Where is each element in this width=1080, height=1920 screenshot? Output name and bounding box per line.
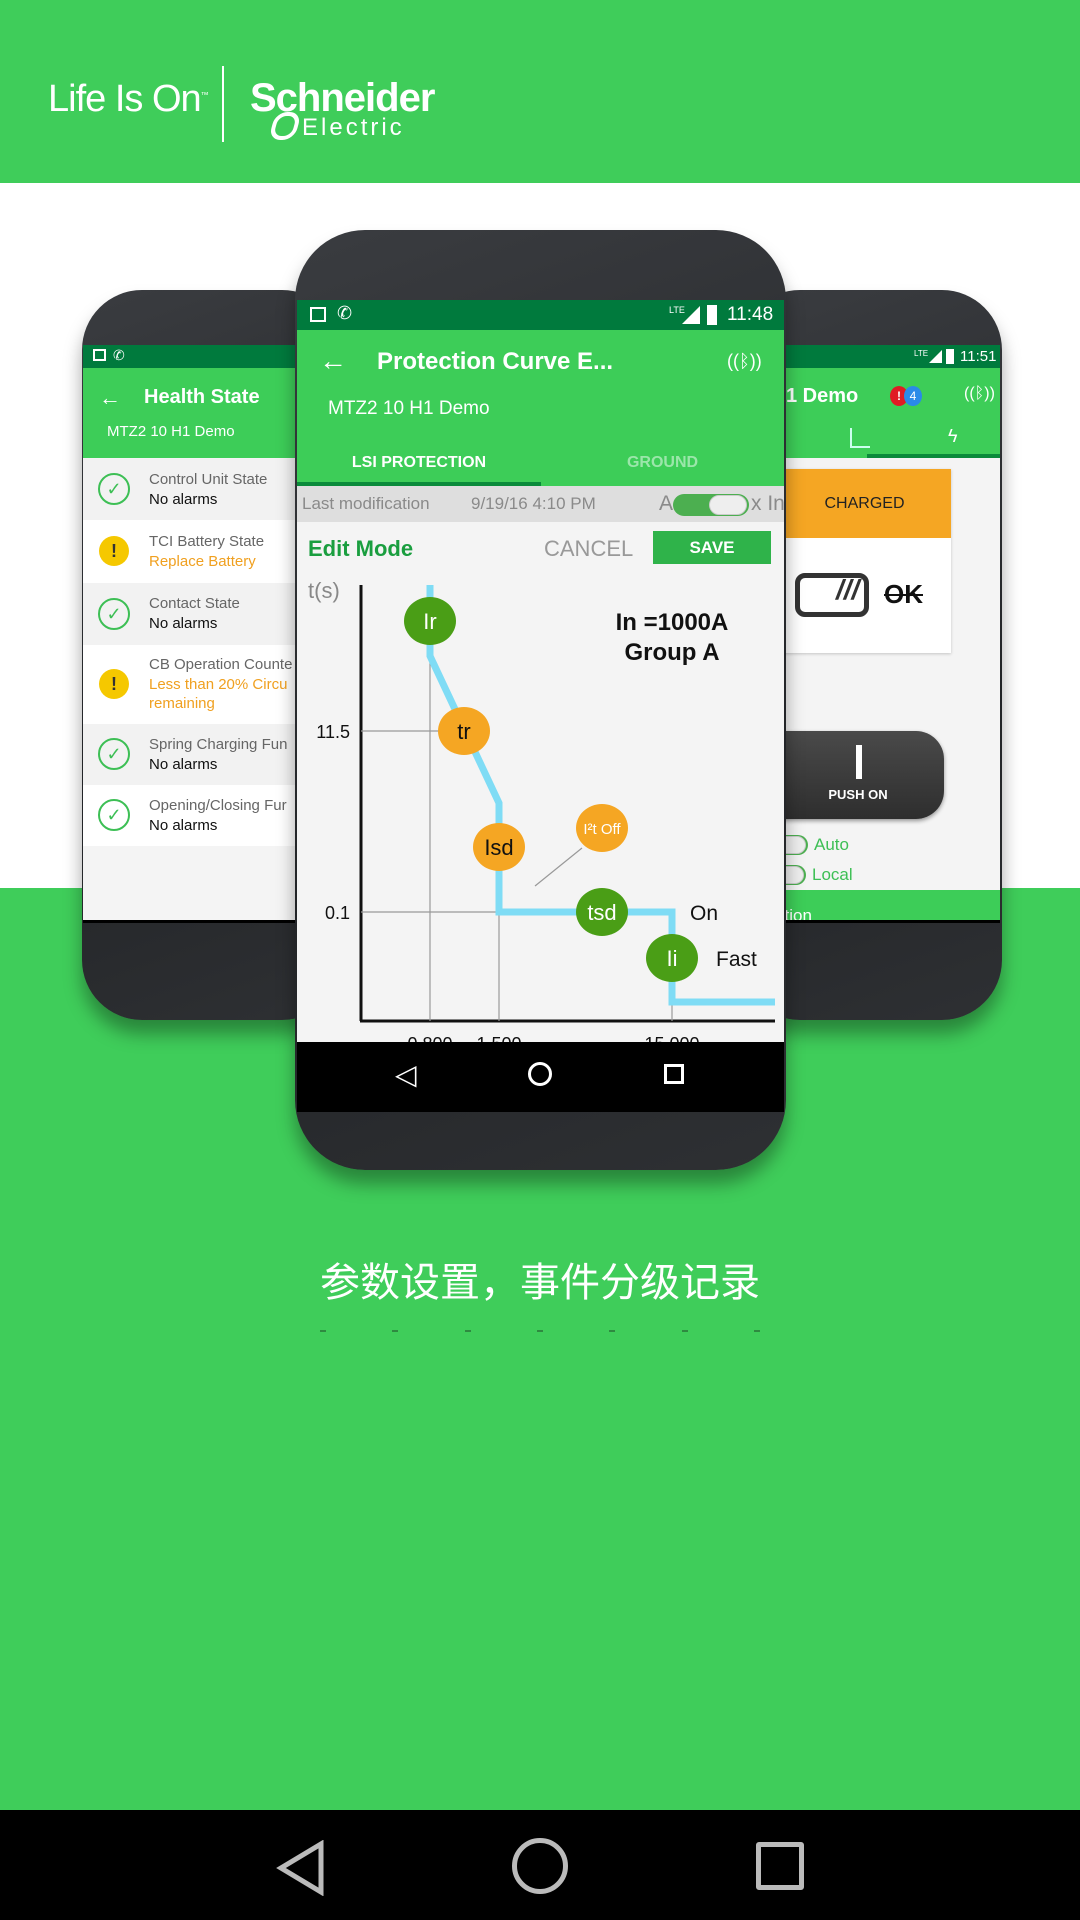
clock: 11:51 <box>960 348 997 365</box>
item-value: No alarms <box>149 756 218 773</box>
local-label: Local <box>812 865 853 884</box>
list-item[interactable]: ✓ Contact State No alarms <box>83 583 313 645</box>
check-circle-icon: ✓ <box>98 799 130 831</box>
page-title: Health State <box>144 386 260 408</box>
center-phone: ✆ LTE 11:48 ← Protection Curve E... ((ᛒ)… <box>295 230 786 1170</box>
node-ir-label: Ir <box>423 609 436 634</box>
spring-status-card: CHARGED /// OK <box>778 469 951 653</box>
center-phone-screen: ✆ LTE 11:48 ← Protection Curve E... ((ᛒ)… <box>297 300 784 1112</box>
brand-header: Life Is On™ Schneider Electric <box>0 0 1080 183</box>
recents-icon[interactable] <box>664 1064 684 1084</box>
logo-divider <box>222 66 224 142</box>
check-circle-icon: ✓ <box>98 738 130 770</box>
item-value: No alarms <box>149 817 218 834</box>
status-card-label: CHARGED <box>778 469 951 538</box>
check-circle-icon: ✓ <box>98 598 130 630</box>
phone-icon: ✆ <box>113 347 125 363</box>
system-home-icon[interactable] <box>512 1838 568 1894</box>
protection-curve-chart[interactable]: t(s) 11.5 0.1 0.800 1.500 15.000 In =100… <box>297 300 784 1112</box>
page-dot[interactable] <box>609 1330 616 1332</box>
i2t-leader-line <box>534 847 583 887</box>
push-on-symbol <box>856 745 862 779</box>
y-axis-label: t(s) <box>308 578 340 603</box>
system-nav-bar <box>0 1810 1080 1920</box>
bluetooth-icon[interactable]: ((ᛒ)) <box>964 385 995 403</box>
image-icon <box>93 349 106 361</box>
page-dots <box>320 1330 760 1332</box>
curve-tab-icon[interactable] <box>850 428 870 448</box>
node-ii-label: Ii <box>667 946 678 971</box>
ii-state-label: Fast <box>716 948 757 971</box>
logo-electric: Electric <box>302 114 405 141</box>
node-isd-label: Isd <box>484 835 513 860</box>
item-title: Opening/Closing Fur <box>149 797 287 814</box>
page-dot[interactable] <box>320 1330 326 1332</box>
node-tsd[interactable]: tsd <box>576 888 628 936</box>
push-on-label: PUSH ON <box>828 787 888 802</box>
node-i2t-label: I²t Off <box>583 821 621 838</box>
warning-icon: ! <box>99 536 129 566</box>
node-ir[interactable]: Ir <box>404 597 456 645</box>
y-tick-label: 0.1 <box>325 903 350 923</box>
check-circle-icon: ✓ <box>98 473 130 505</box>
tsd-state-label: On <box>690 902 718 925</box>
item-value: No alarms <box>149 491 218 508</box>
item-title: Spring Charging Fun <box>149 736 288 753</box>
node-tr[interactable]: tr <box>438 707 490 755</box>
lte-icon: LTE <box>914 349 929 358</box>
warning-icon: ! <box>99 669 129 699</box>
item-title: TCI Battery State <box>149 533 265 550</box>
trademark: ™ <box>200 90 209 100</box>
page-dot[interactable] <box>536 1330 543 1332</box>
rated-current-label: In =1000A <box>616 609 729 636</box>
push-on-button[interactable]: PUSH ON <box>772 731 944 819</box>
item-value: No alarms <box>149 615 218 632</box>
auto-label: Auto <box>814 835 849 854</box>
feature-caption: 参数设置，事件分级记录 <box>320 1260 760 1306</box>
page-title: 1 Demo <box>786 385 859 407</box>
list-item[interactable]: ✓ Opening/Closing Fur No alarms <box>83 785 313 846</box>
node-isd[interactable]: Isd <box>473 823 525 871</box>
list-item[interactable]: ! CB Operation Counte Less than 20% Circu r… <box>83 645 313 724</box>
page-dot[interactable] <box>681 1330 688 1332</box>
trip-tab-icon[interactable]: ϟ <box>948 426 958 447</box>
ok-struck-label: OK <box>884 579 923 609</box>
system-recents-icon[interactable] <box>756 1842 804 1890</box>
y-tick-label: 11.5 <box>316 722 350 742</box>
node-tr-label: tr <box>457 719 470 744</box>
list-item[interactable]: ! TCI Battery State Replace Battery <box>83 520 313 583</box>
item-title: CB Operation Counte <box>149 656 293 673</box>
page-dot[interactable] <box>753 1330 760 1332</box>
trip-curve <box>426 585 775 1006</box>
signal-icon <box>929 350 942 363</box>
count-badge[interactable]: 4 <box>904 386 922 406</box>
spring-icon: /// <box>795 573 869 617</box>
item-value: Replace Battery <box>149 553 256 570</box>
tab-indicator <box>867 454 1000 458</box>
item-value: Less than 20% Circu <box>149 676 288 693</box>
item-value-cont: remaining <box>149 695 215 712</box>
page-dot[interactable] <box>464 1330 471 1332</box>
home-icon[interactable] <box>528 1062 552 1086</box>
nav-bar: ◁ <box>297 1042 784 1112</box>
device-name: MTZ2 10 H1 Demo <box>107 423 235 440</box>
page-dot[interactable] <box>392 1330 399 1332</box>
node-i2t[interactable]: I²t Off <box>576 804 628 852</box>
list-item[interactable]: ✓ Spring Charging Fun No alarms <box>83 724 313 785</box>
tagline-text: Life Is On <box>48 78 202 120</box>
system-back-icon[interactable] <box>276 1840 326 1896</box>
node-tsd-label: tsd <box>587 900 616 925</box>
item-title: Contact State <box>149 595 240 612</box>
list-item[interactable]: ✓ Control Unit State No alarms <box>83 459 313 520</box>
battery-icon <box>946 349 954 364</box>
node-ii[interactable]: Ii <box>646 934 698 982</box>
logo-tagline: Life Is On™ <box>48 78 209 121</box>
group-label: Group A <box>624 639 719 666</box>
item-title: Control Unit State <box>149 471 268 488</box>
back-icon[interactable]: ◁ <box>395 1058 417 1091</box>
back-arrow-icon[interactable]: ← <box>99 385 121 411</box>
